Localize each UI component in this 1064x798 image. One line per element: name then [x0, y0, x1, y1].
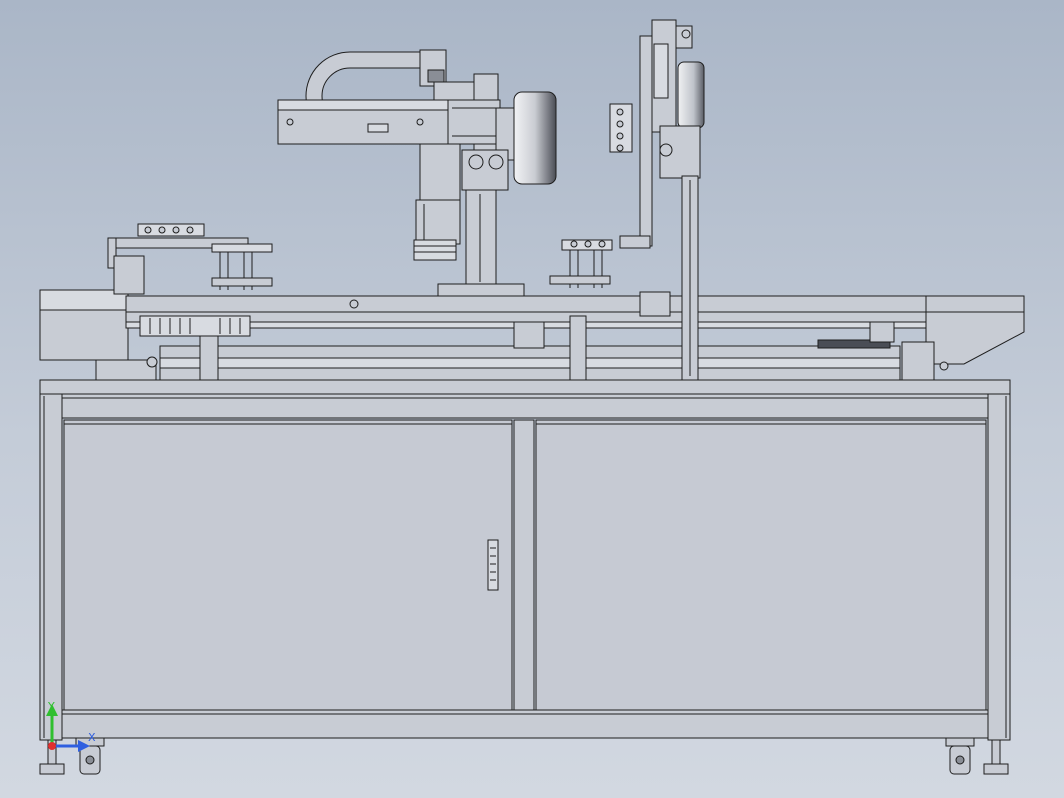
- left-gantry: [277, 49, 557, 297]
- door-handle: [487, 539, 499, 591]
- axis-y-label: Y: [47, 700, 55, 713]
- stopper-block: [901, 341, 935, 381]
- left-door: [63, 419, 513, 711]
- vertical-axis: [419, 143, 461, 205]
- support-column: [465, 189, 497, 287]
- cad-viewport[interactable]: Y X: [0, 0, 1064, 798]
- right-frame-post: [987, 393, 1011, 741]
- support-post: [569, 315, 587, 381]
- machine-drawing: Y X: [39, 19, 1025, 775]
- axis-x-label: X: [88, 731, 96, 744]
- cabinet-doors: [63, 419, 987, 711]
- right-end-housing: [925, 295, 1025, 365]
- right-door: [535, 419, 987, 711]
- left-cylinder-bracket: [107, 223, 273, 295]
- right-leveling-foot: [983, 739, 1009, 775]
- door-divider: [513, 419, 535, 711]
- middle-cylinder-bracket: [549, 239, 613, 288]
- servo-motor: [513, 91, 557, 185]
- sensor-block: [639, 291, 671, 317]
- left-frame-post: [39, 393, 63, 741]
- valve-block: [461, 149, 509, 191]
- conveyor-assembly: [39, 289, 1025, 381]
- feeder-gear-module: [139, 315, 251, 337]
- table-top-plate: [39, 379, 1011, 395]
- rotary-motor: [677, 61, 705, 129]
- right-caster-wheel: [945, 737, 975, 775]
